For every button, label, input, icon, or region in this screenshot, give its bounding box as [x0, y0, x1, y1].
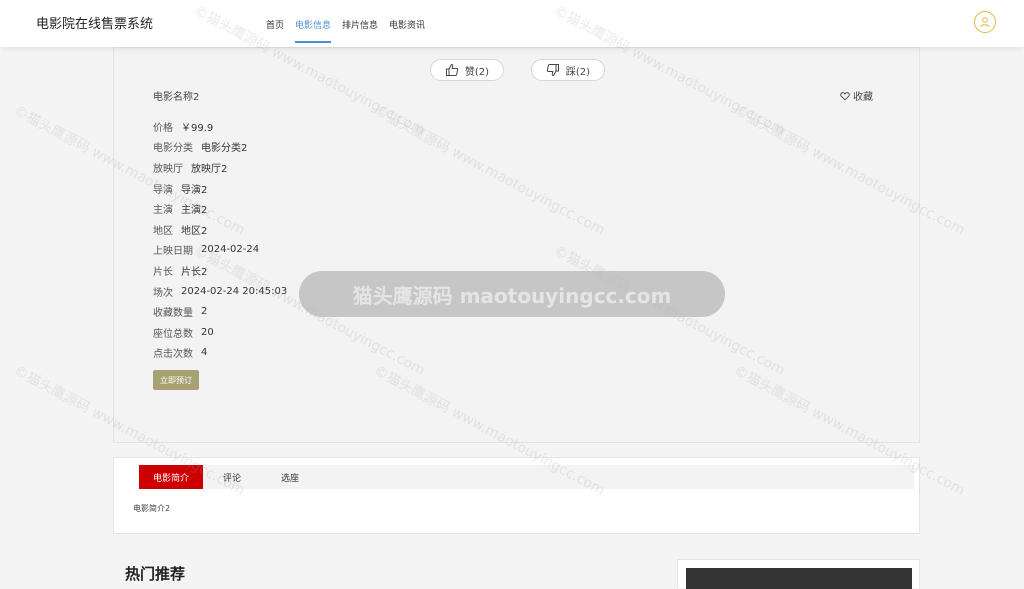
info-label: 收藏数量 [153, 308, 193, 320]
detail-tabs-panel: 电影简介 评论 选座 电影简介2 [113, 457, 920, 534]
info-value: 4 [201, 347, 208, 359]
info-value: 20 [201, 326, 214, 338]
movie-name: 电影名称2 [153, 92, 200, 103]
info-click-count: 点击次数 4 [153, 343, 287, 364]
info-price: 价格 ￥99.9 [153, 116, 287, 137]
book-now-button[interactable]: 立即预订 [153, 370, 199, 390]
thumbs-down-icon [546, 64, 559, 77]
info-cast: 主演 主演2 [153, 198, 287, 219]
like-count: 赞(2) [464, 66, 490, 78]
info-value: 2024-02-24 [201, 244, 260, 256]
info-label: 电影分类 [153, 143, 193, 155]
info-label: 地区 [153, 225, 173, 237]
info-seat-total: 座位总数 20 [153, 322, 287, 343]
info-value: 主演2 [181, 205, 208, 217]
side-box-image [686, 568, 912, 589]
tab-synopsis[interactable]: 电影简介 [139, 465, 203, 489]
heart-icon [840, 91, 850, 100]
info-label: 主演 [153, 205, 173, 217]
info-value: 导演2 [181, 184, 208, 196]
dislike-count: 踩(2) [565, 66, 591, 78]
info-release-date: 上映日期 2024-02-24 [153, 240, 287, 261]
side-box [677, 559, 920, 589]
like-button[interactable]: 赞(2) [430, 59, 504, 81]
info-value: 2 [201, 306, 208, 318]
info-value: 片长2 [181, 266, 208, 278]
movie-detail-panel: 赞(2) 踩(2) 电影名称2 收藏 价格 ￥99.9 电影分类 电影分类2 放… [113, 47, 920, 443]
info-region: 地区 地区2 [153, 219, 287, 240]
info-value: 地区2 [181, 225, 208, 237]
hot-recommend-title: 热门推荐 [125, 565, 186, 583]
nav-home[interactable]: 首页 [266, 0, 284, 43]
info-label: 场次 [153, 287, 173, 299]
user-icon [980, 17, 990, 28]
nav-schedule[interactable]: 排片信息 [342, 0, 378, 43]
favorite-label: 收藏 [853, 92, 873, 103]
info-label: 点击次数 [153, 349, 193, 361]
info-value: ￥99.9 [181, 122, 214, 134]
nav-movie-info[interactable]: 电影信息 [295, 0, 332, 43]
info-category: 电影分类 电影分类2 [153, 137, 287, 158]
info-label: 价格 [153, 122, 173, 134]
info-label: 上映日期 [153, 246, 193, 258]
tab-comments[interactable]: 评论 [203, 465, 261, 489]
info-hall: 放映厅 放映厅2 [153, 157, 287, 178]
tab-seat-selection[interactable]: 选座 [261, 465, 319, 489]
info-favorite-count: 收藏数量 2 [153, 301, 287, 322]
favorite-button[interactable]: 收藏 [840, 88, 873, 103]
info-label: 放映厅 [153, 163, 183, 175]
main-nav: 首页 电影信息 排片信息 电影资讯 [262, 0, 436, 47]
info-duration: 片长 片长2 [153, 260, 287, 281]
user-avatar[interactable] [974, 11, 996, 33]
dislike-button[interactable]: 踩(2) [531, 59, 605, 81]
thumbs-up-icon [445, 63, 459, 76]
tab-content-synopsis: 电影简介2 [133, 504, 171, 513]
info-label: 片长 [153, 266, 173, 278]
info-label: 导演 [153, 184, 173, 196]
tab-bar: 电影简介 评论 选座 [139, 465, 914, 489]
top-header: 电影院在线售票系统 首页 电影信息 排片信息 电影资讯 [0, 0, 1024, 47]
nav-news[interactable]: 电影资讯 [389, 0, 425, 43]
info-value: 电影分类2 [201, 143, 248, 155]
movie-info-list: 价格 ￥99.9 电影分类 电影分类2 放映厅 放映厅2 导演 导演2 主演 主… [153, 116, 287, 363]
watermark-banner: 猫头鹰源码 maotouyingcc.com [299, 271, 725, 317]
info-value: 2024-02-24 20:45:03 [181, 285, 288, 297]
site-title: 电影院在线售票系统 [36, 17, 154, 32]
info-director: 导演 导演2 [153, 178, 287, 199]
info-value: 放映厅2 [191, 163, 228, 175]
info-label: 座位总数 [153, 328, 193, 340]
info-showtime: 场次 2024-02-24 20:45:03 [153, 281, 287, 302]
